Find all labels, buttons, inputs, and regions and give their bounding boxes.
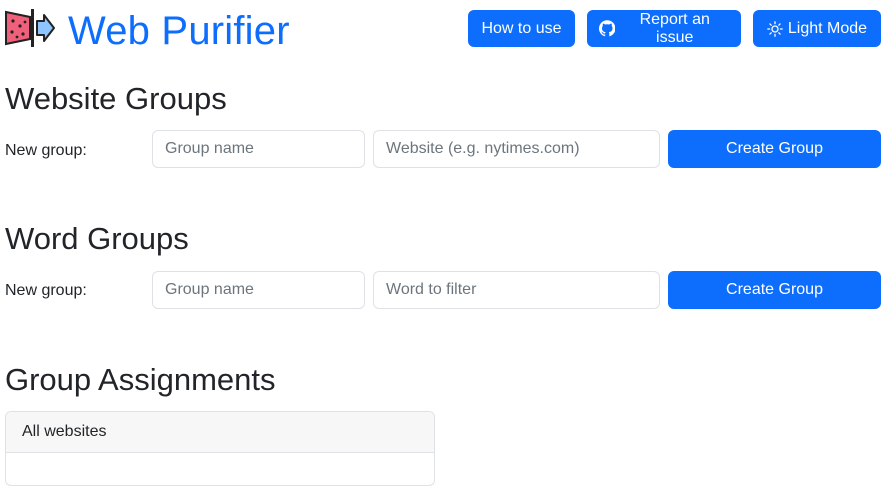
- group-assignments-card: All websites: [5, 411, 435, 486]
- all-websites-card-header[interactable]: All websites: [6, 412, 434, 453]
- all-websites-label: All websites: [22, 423, 107, 440]
- sun-icon: [767, 20, 783, 37]
- how-to-use-label: How to use: [481, 19, 562, 37]
- group-assignments-heading: Group Assignments: [5, 362, 276, 397]
- how-to-use-button[interactable]: How to use: [468, 10, 575, 47]
- word-group-name-input[interactable]: [152, 271, 365, 309]
- github-icon: [599, 20, 616, 37]
- create-website-group-button[interactable]: Create Group: [668, 130, 881, 168]
- web-purifier-page: Web Purifier How to use Report an issue: [0, 0, 886, 491]
- app-title: Web Purifier: [68, 9, 290, 53]
- report-issue-button[interactable]: Report an issue: [587, 10, 741, 47]
- header: Web Purifier How to use Report an issue: [0, 0, 886, 62]
- website-new-group-label: New group:: [5, 142, 87, 159]
- create-word-group-button[interactable]: Create Group: [668, 271, 881, 309]
- word-groups-heading: Word Groups: [5, 221, 189, 256]
- light-mode-button[interactable]: Light Mode: [753, 10, 881, 47]
- report-issue-label: Report an issue: [639, 10, 710, 46]
- word-new-group-label: New group:: [5, 282, 87, 299]
- word-filter-input[interactable]: [373, 271, 660, 309]
- light-mode-label: Light Mode: [787, 19, 868, 37]
- web-purifier-logo-icon: [4, 6, 56, 50]
- website-groups-heading: Website Groups: [5, 81, 227, 116]
- website-input[interactable]: [373, 130, 660, 168]
- website-group-name-input[interactable]: [152, 130, 365, 168]
